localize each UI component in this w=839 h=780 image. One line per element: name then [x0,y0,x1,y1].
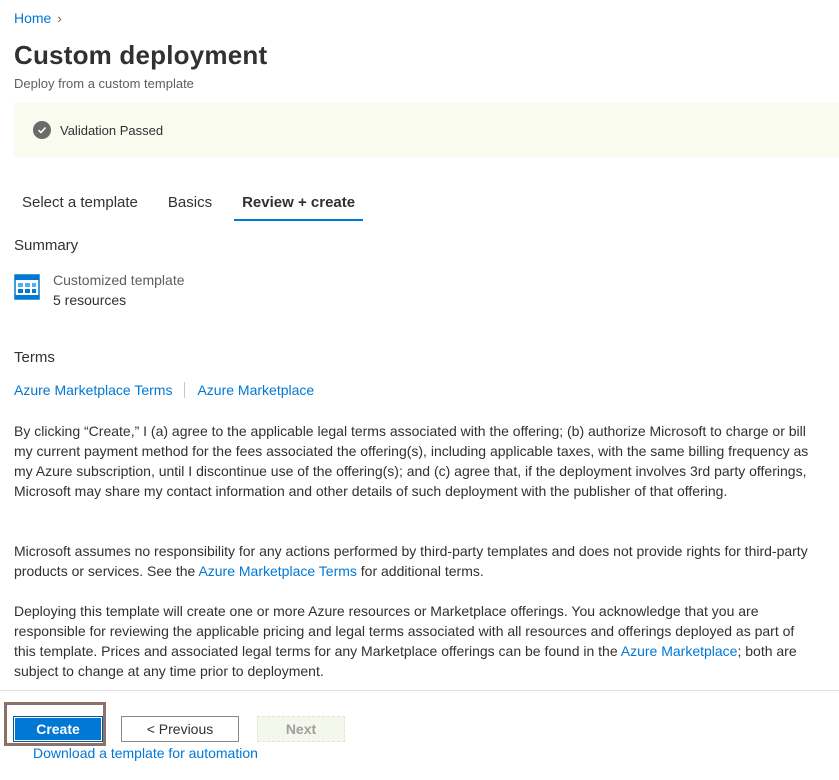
legal-paragraph-3: Deploying this template will create one … [14,603,797,679]
terms-heading: Terms [14,349,55,366]
chevron-right-icon: › [57,10,62,26]
inline-marketplace-terms-link[interactable]: Azure Marketplace Terms [198,563,356,579]
check-circle-icon [33,121,51,139]
inline-marketplace-link[interactable]: Azure Marketplace [621,643,738,659]
summary-item-count: 5 resources [53,292,127,308]
tab-review-create[interactable]: Review + create [234,190,364,221]
validation-banner: Validation Passed [14,103,839,157]
validation-status: Validation Passed [60,122,164,138]
summary-item-name: Customized template [53,272,185,288]
tab-basics[interactable]: Basics [160,190,220,221]
summary-item: Customized template 5 resources [14,270,185,310]
legal-paragraph-2: Microsoft assumes no responsibility for … [14,543,808,579]
footer-divider [0,690,839,691]
link-divider [184,382,186,398]
breadcrumb-home-link[interactable]: Home [14,10,51,26]
summary-heading: Summary [14,237,79,254]
tab-list: Select a template Basics Review + create [14,190,377,221]
previous-button[interactable]: < Previous [121,716,239,742]
page-title: Custom deployment [14,40,268,70]
tab-select-a-template[interactable]: Select a template [14,190,146,221]
page-subtitle: Deploy from a custom template [14,76,194,91]
azure-marketplace-terms-link[interactable]: Azure Marketplace Terms [14,382,172,398]
breadcrumb: Home › [14,10,62,26]
terms-links: Azure Marketplace Terms Azure Marketplac… [14,382,314,398]
create-button[interactable]: Create [13,716,103,742]
next-button[interactable]: Next [257,716,345,742]
legal-paragraph-1: By clicking “Create,” I (a) agree to the… [14,423,809,499]
azure-marketplace-link[interactable]: Azure Marketplace [197,382,314,398]
template-icon [14,274,40,300]
download-template-link[interactable]: Download a template for automation [33,745,258,761]
